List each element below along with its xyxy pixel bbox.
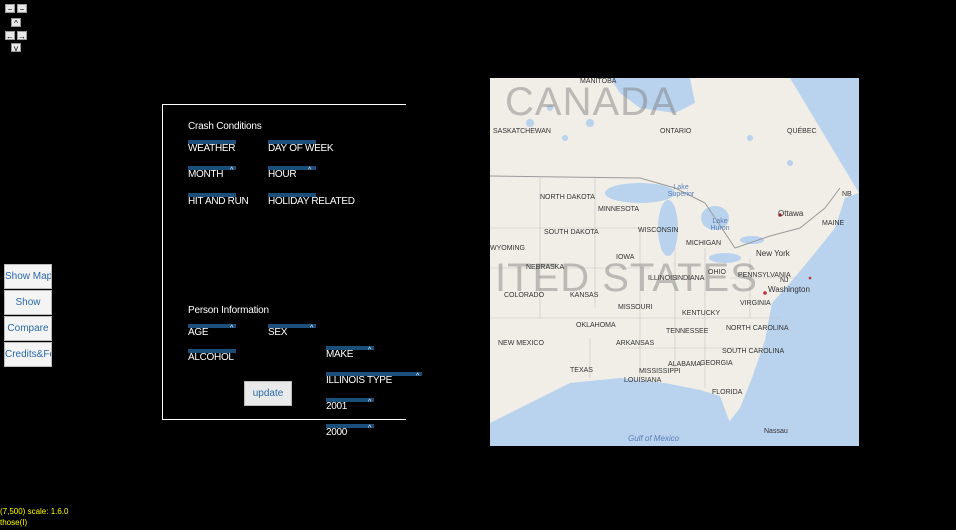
map-view[interactable]: CANADA ITED STATES MANITOBA SASKATCHEWAN… bbox=[490, 78, 859, 446]
map-label: NORTH CAROLINA bbox=[726, 325, 789, 332]
map-label: WYOMING bbox=[490, 245, 525, 252]
caret-icon: ^ bbox=[416, 373, 419, 380]
crash-conditions-title: Crash Conditions bbox=[188, 121, 262, 132]
sex-dropdown[interactable]: ^ SEX bbox=[268, 324, 316, 339]
caret-icon: ^ bbox=[310, 325, 313, 332]
map-label: COLORADO bbox=[504, 292, 545, 299]
map-label: ALABAMA bbox=[668, 361, 702, 368]
day-of-week-dropdown[interactable]: DAY OF WEEK bbox=[268, 140, 334, 155]
map-canada-label: CANADA bbox=[505, 80, 678, 124]
map-label: SOUTH CAROLINA bbox=[722, 348, 785, 355]
map-label: MINNESOTA bbox=[598, 206, 640, 213]
map-label: SASKATCHEWAN bbox=[493, 128, 551, 135]
map-label: Lake Superior bbox=[667, 184, 695, 198]
alcohol-label: ALCOHOL bbox=[188, 352, 234, 363]
month-label: MONTH bbox=[188, 169, 224, 180]
map-label: NB bbox=[842, 191, 852, 198]
year-to-dropdown[interactable]: ^ 2000 bbox=[326, 424, 374, 439]
map-label: VIRGINIA bbox=[740, 300, 771, 307]
zoom-out-button[interactable]: − bbox=[5, 4, 15, 14]
map-label: ARKANSAS bbox=[616, 340, 655, 347]
hit-and-run-dropdown[interactable]: HIT AND RUN bbox=[188, 193, 249, 208]
map-label: KENTUCKY bbox=[682, 310, 721, 317]
weather-dropdown[interactable]: WEATHER bbox=[188, 140, 236, 155]
map-label: New York bbox=[756, 249, 790, 258]
age-label: AGE bbox=[188, 327, 209, 338]
map-label: IOWA bbox=[616, 254, 635, 261]
map-label: MANITOBA bbox=[580, 78, 617, 85]
make-dropdown[interactable]: ^ MAKE bbox=[326, 346, 374, 361]
caret-icon: ^ bbox=[368, 399, 371, 406]
update-button[interactable]: update bbox=[244, 381, 292, 406]
year-to-label: 2000 bbox=[326, 427, 348, 438]
map-label: MISSOURI bbox=[618, 304, 653, 311]
year-from-label: 2001 bbox=[326, 401, 348, 412]
map-label: MISSISSIPPI bbox=[639, 368, 681, 375]
hour-dropdown[interactable]: ^ HOUR bbox=[268, 166, 316, 181]
map-label: LOUISIANA bbox=[624, 377, 662, 384]
caret-icon: ^ bbox=[308, 167, 311, 174]
pan-down-button[interactable]: v bbox=[11, 43, 21, 53]
status-bar: (7,500) scale: 1.6.0 bbox=[0, 507, 69, 516]
map-label: ONTARIO bbox=[660, 128, 692, 135]
map-label: WISCONSIN bbox=[638, 227, 679, 234]
map-label: MICHIGAN bbox=[686, 240, 721, 247]
map-label: SOUTH DAKOTA bbox=[544, 229, 599, 236]
map-label: TENNESSEE bbox=[666, 328, 709, 335]
map-label: Ottawa bbox=[778, 209, 804, 218]
caret-icon: ^ bbox=[368, 425, 371, 432]
sex-label: SEX bbox=[268, 327, 288, 338]
map-label: NJ bbox=[780, 277, 789, 284]
day-of-week-label: DAY OF WEEK bbox=[268, 143, 334, 154]
map-label: TEXAS bbox=[570, 367, 593, 374]
hour-label: HOUR bbox=[268, 169, 297, 180]
make-label: MAKE bbox=[326, 349, 354, 360]
map-label: NORTH DAKOTA bbox=[540, 194, 595, 201]
year-from-dropdown[interactable]: ^ 2001 bbox=[326, 398, 374, 413]
map-label: Washington bbox=[768, 285, 810, 294]
show-button[interactable]: Show bbox=[4, 290, 52, 315]
holiday-related-dropdown[interactable]: HOLIDAY RELATED bbox=[268, 193, 355, 208]
pan-up-button[interactable]: ^ bbox=[11, 18, 21, 28]
map-label: OHIO bbox=[708, 269, 726, 276]
map-label: OKLAHOMA bbox=[576, 322, 616, 329]
holiday-related-label: HOLIDAY RELATED bbox=[268, 196, 355, 207]
compare-button[interactable]: Compare bbox=[4, 316, 52, 341]
age-dropdown[interactable]: ^ AGE bbox=[188, 324, 236, 339]
alcohol-dropdown[interactable]: ALCOHOL bbox=[188, 349, 236, 364]
illinois-type-dropdown[interactable]: ^ ILLINOIS TYPE bbox=[326, 372, 422, 387]
map-label: NEW MEXICO bbox=[498, 340, 544, 347]
status-bar-secondary: those(I) bbox=[0, 518, 28, 527]
caret-icon: ^ bbox=[368, 347, 371, 354]
caret-icon: ^ bbox=[230, 167, 233, 174]
pan-left-button[interactable]: ← bbox=[5, 31, 15, 41]
credits-button[interactable]: Credits&Fe bbox=[4, 342, 52, 367]
pan-right-button[interactable]: → bbox=[17, 31, 27, 41]
map-label: FLORIDA bbox=[712, 389, 743, 396]
map-label: INDIANA bbox=[676, 275, 705, 282]
month-dropdown[interactable]: ^ MONTH bbox=[188, 166, 236, 181]
illinois-type-label: ILLINOIS TYPE bbox=[326, 375, 392, 386]
map-label: KANSAS bbox=[570, 292, 599, 299]
hit-and-run-label: HIT AND RUN bbox=[188, 196, 249, 207]
zoom-in-button[interactable]: − bbox=[17, 4, 27, 14]
caret-icon: ^ bbox=[230, 325, 233, 332]
map-label: QUÉBEC bbox=[787, 128, 817, 135]
weather-label: WEATHER bbox=[188, 143, 236, 154]
map-label: GEORGIA bbox=[700, 360, 733, 367]
map-label: ILLINOIS bbox=[648, 275, 677, 282]
show-map-button[interactable]: Show Map bbox=[4, 264, 52, 289]
map-label: MAINE bbox=[822, 220, 845, 227]
map-label: Gulf of Mexico bbox=[628, 434, 680, 443]
map-label: Lake Huron bbox=[710, 218, 730, 232]
person-information-title: Person Information bbox=[188, 305, 269, 316]
map-label: NEBRASKA bbox=[526, 264, 565, 271]
map-label: Nassau bbox=[764, 428, 788, 435]
